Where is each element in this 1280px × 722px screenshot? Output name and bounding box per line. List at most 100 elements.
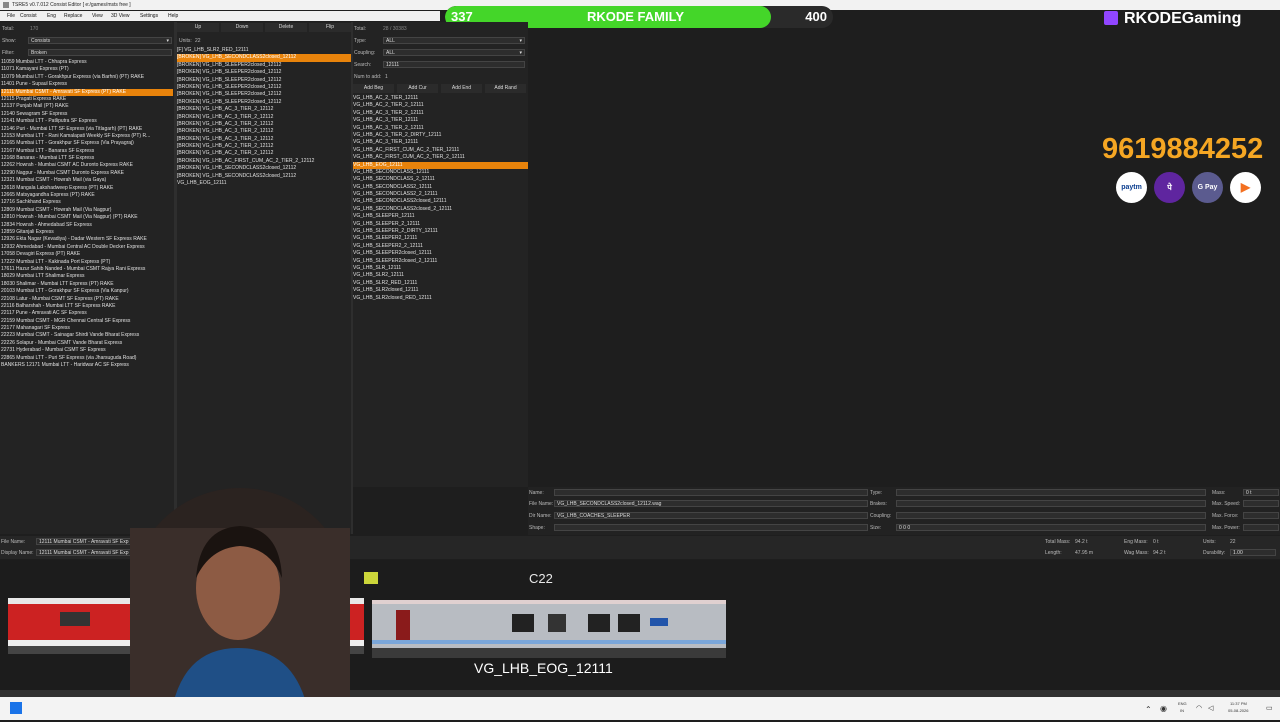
library-item[interactable]: VG_LHB_SECONDCLASS2_2_12111: [353, 191, 528, 198]
info-dir-field[interactable]: VG_LHB_COACHES_SLEEPER: [554, 512, 868, 519]
info-speed-field[interactable]: [1243, 500, 1279, 507]
consist-item[interactable]: 12115 Pragati Express RAKE: [1, 96, 173, 103]
add-end-button[interactable]: Add End: [441, 84, 482, 93]
consist-item[interactable]: 12665 Matsyagandha Express (PT) RAKE: [1, 192, 173, 199]
consist-item[interactable]: 12165 Mumbai LTT - Gorakhpur SF Express …: [1, 140, 173, 147]
consist-item[interactable]: 18030 Shalimar - Mumbai LTT Express (PT)…: [1, 281, 173, 288]
consist-item[interactable]: 17058 Devagiri Express (PT) RAKE: [1, 251, 173, 258]
consist-item[interactable]: 12926 Ekta Nagar (Kevadiya) - Dadar West…: [1, 236, 173, 243]
consist-item[interactable]: 11401 Pune - Supaul Express: [1, 81, 173, 88]
menu-settings[interactable]: Settings: [140, 11, 158, 21]
library-item[interactable]: VG_LHB_AC_2_TIER_2_12111: [353, 102, 528, 109]
volume-icon[interactable]: ◁: [1208, 704, 1213, 712]
library-item[interactable]: VG_LHB_SECONDCLASS_12111: [353, 169, 528, 176]
consist-item[interactable]: 11059 Mumbai LTT - Chhapra Express: [1, 59, 173, 66]
clock-time[interactable]: 11:37 PM: [1230, 701, 1247, 706]
consist-item[interactable]: 12834 Howrah - Ahmedabad SF Express: [1, 222, 173, 229]
unit-item[interactable]: [BROKEN] VG_LHB_SLEEPER2closed_12112: [177, 91, 351, 98]
library-item[interactable]: VG_LHB_SLEEPER2closed_12111: [353, 250, 528, 257]
unit-item[interactable]: [BROKEN] VG_LHB_AC_2_TIER_2_12112: [177, 150, 351, 157]
consist-file-field[interactable]: 12111 Mumbai CSMT - Amravati SF Exp: [36, 538, 132, 545]
unit-item[interactable]: [BROKEN] VG_LHB_AC_3_TIER_2_12112: [177, 106, 351, 113]
consist-item[interactable]: 12137 Punjab Mail (PT) RAKE: [1, 103, 173, 110]
info-power-field[interactable]: [1243, 524, 1279, 531]
lang-bottom[interactable]: IN: [1180, 708, 1184, 713]
consist-item[interactable]: 12262 Howrah - Mumbai CSMT AC Duronto Ex…: [1, 162, 173, 169]
num-to-add-value[interactable]: 1: [385, 74, 388, 80]
library-item[interactable]: VG_LHB_AC_FIRST_CUM_AC_2_TIER_2_12111: [353, 154, 528, 161]
show-select[interactable]: Consists ▾: [28, 37, 172, 44]
consist-item[interactable]: 22159 Mumbai CSMT - MGR Chennai Central …: [1, 318, 173, 325]
consist-item[interactable]: 22117 Pune - Amravati AC SF Express: [1, 310, 173, 317]
library-item[interactable]: VG_LHB_SLR2closed_RED_12111: [353, 295, 528, 302]
lang-top[interactable]: ENG: [1178, 701, 1187, 706]
library-item[interactable]: VG_LHB_EOG_12111: [353, 161, 528, 169]
consist-item[interactable]: 22108 Latur - Mumbai CSMT SF Express (PT…: [1, 296, 173, 303]
unit-item[interactable]: [F] VG_LHB_SLR2_RED_12111: [177, 47, 351, 54]
add-rand-button[interactable]: Add Rand: [485, 84, 526, 93]
menu-eng[interactable]: Eng: [47, 11, 56, 21]
library-item[interactable]: VG_LHB_AC_3_TIER_2_DIRTY_12111: [353, 132, 528, 139]
info-name-field[interactable]: [554, 489, 868, 496]
consist-item[interactable]: BANKERS 12171 Mumbai LTT - Haridwar AC S…: [1, 362, 173, 369]
consist-item[interactable]: 11071 Kamayani Express (PT): [1, 66, 173, 73]
consist-item[interactable]: 12716 Sachkhand Express: [1, 199, 173, 206]
menu-replace[interactable]: Replace: [64, 11, 82, 21]
consist-item[interactable]: 12111 Mumbai CSMT - Amravati SF Express …: [1, 88, 173, 96]
consist-item[interactable]: 22177 Mahanagari SF Express: [1, 325, 173, 332]
library-item[interactable]: VG_LHB_SLEEPER_12111: [353, 213, 528, 220]
library-item[interactable]: VG_LHB_SECONDCLASS_2_12111: [353, 176, 528, 183]
info-mass-field[interactable]: 0 t: [1243, 489, 1279, 496]
unit-item[interactable]: VG_LHB_EOG_12111: [177, 180, 351, 187]
consist-display-field[interactable]: 12111 Mumbai CSMT - Amravati SF Exp: [36, 549, 132, 556]
wifi-icon[interactable]: ◠: [1196, 704, 1202, 712]
consist-item[interactable]: 17611 Hazur Sahib Nanded - Mumbai CSMT R…: [1, 266, 173, 273]
info-brakes-field[interactable]: [896, 500, 1206, 507]
info-force-field[interactable]: [1243, 512, 1279, 519]
unit-item[interactable]: [BROKEN] VG_LHB_AC_3_TIER_2_12112: [177, 136, 351, 143]
coupling-select[interactable]: ALL ▾: [383, 49, 525, 56]
consist-item[interactable]: 12618 Mangala Lakshadweep Express (PT) R…: [1, 185, 173, 192]
consist-item[interactable]: 12141 Mumbai LTT - Patliputra SF Express: [1, 118, 173, 125]
menu-file[interactable]: File: [7, 11, 15, 21]
consist-item[interactable]: 12321 Mumbai CSMT - Howrah Mail (via Gay…: [1, 177, 173, 184]
library-item[interactable]: VG_LHB_SLR2_RED_12111: [353, 280, 528, 287]
consist-item[interactable]: 22223 Mumbai CSMT - Sainagar Shirdi Vand…: [1, 332, 173, 339]
menu-help[interactable]: Help: [168, 11, 178, 21]
unit-item[interactable]: [BROKEN] VG_LHB_SLEEPER2closed_12112: [177, 99, 351, 106]
library-item[interactable]: VG_LHB_AC_3_TIER_2_12111: [353, 125, 528, 132]
library-item[interactable]: VG_LHB_SECONDCLASS2closed_2_12111: [353, 206, 528, 213]
unit-item[interactable]: [BROKEN] VG_LHB_AC_2_TIER_2_12112: [177, 143, 351, 150]
consist-item[interactable]: 18029 Mumbai LTT Shalimar Express: [1, 273, 173, 280]
library-item[interactable]: VG_LHB_SECONDCLASS2_12111: [353, 184, 528, 191]
menu-3d-view[interactable]: 3D View: [111, 11, 130, 21]
unit-item[interactable]: [BROKEN] VG_LHB_AC_3_TIER_2_12112: [177, 114, 351, 121]
consist-item[interactable]: 12809 Mumbai CSMT - Howrah Mail (Via Nag…: [1, 207, 173, 214]
unit-item[interactable]: [BROKEN] VG_LHB_AC_3_TIER_2_12112: [177, 128, 351, 135]
clock-date[interactable]: 05-08-2026: [1228, 708, 1248, 713]
unit-item[interactable]: [BROKEN] VG_LHB_SLEEPER2closed_12112: [177, 69, 351, 76]
library-item[interactable]: VG_LHB_SLR_12111: [353, 265, 528, 272]
consist-item[interactable]: 17222 Mumbai LTT - Kakinada Port Express…: [1, 259, 173, 266]
unit-item[interactable]: [BROKEN] VG_LHB_AC_3_TIER_2_12112: [177, 121, 351, 128]
type-select[interactable]: ALL ▾: [383, 37, 525, 44]
flip-button[interactable]: Flip: [309, 23, 351, 32]
info-file-field[interactable]: VG_LHB_SECONDCLASS2closed_12112.wag: [554, 500, 868, 507]
info-size-field[interactable]: 0 0 0: [896, 524, 1206, 531]
consist-item[interactable]: 12153 Mumbai LTT - Rani Kamalapati Weekl…: [1, 133, 173, 140]
unit-item[interactable]: [BROKEN] VG_LHB_AC_FIRST_CUM_AC_2_TIER_2…: [177, 158, 351, 165]
windows-start-icon[interactable]: [10, 702, 22, 714]
consist-item[interactable]: 11079 Mumbai LTT - Gorakhpur Express (vi…: [1, 74, 173, 81]
filter-input[interactable]: Broken: [28, 49, 172, 56]
consist-item[interactable]: 12932 Ahmedabad - Mumbai Central AC Doub…: [1, 244, 173, 251]
library-item[interactable]: VG_LHB_AC_3_TIER_12111: [353, 139, 528, 146]
delete-button[interactable]: Delete: [265, 23, 307, 32]
library-item[interactable]: VG_LHB_SLEEPER2_2_12111: [353, 243, 528, 250]
consist-item[interactable]: 20103 Mumbai LTT - Gorakhpur SF Express …: [1, 288, 173, 295]
down-button[interactable]: Down: [221, 23, 263, 32]
unit-item[interactable]: [BROKEN] VG_LHB_SLEEPER2closed_12112: [177, 84, 351, 91]
consist-item[interactable]: 12810 Howrah - Mumbai CSMT Mail (Via Nag…: [1, 214, 173, 221]
consist-item[interactable]: 22116 Balharshah - Mumbai LTT SF Express…: [1, 303, 173, 310]
library-item[interactable]: VG_LHB_SLEEPER_2_12111: [353, 221, 528, 228]
info-coupling-field[interactable]: [896, 512, 1206, 519]
